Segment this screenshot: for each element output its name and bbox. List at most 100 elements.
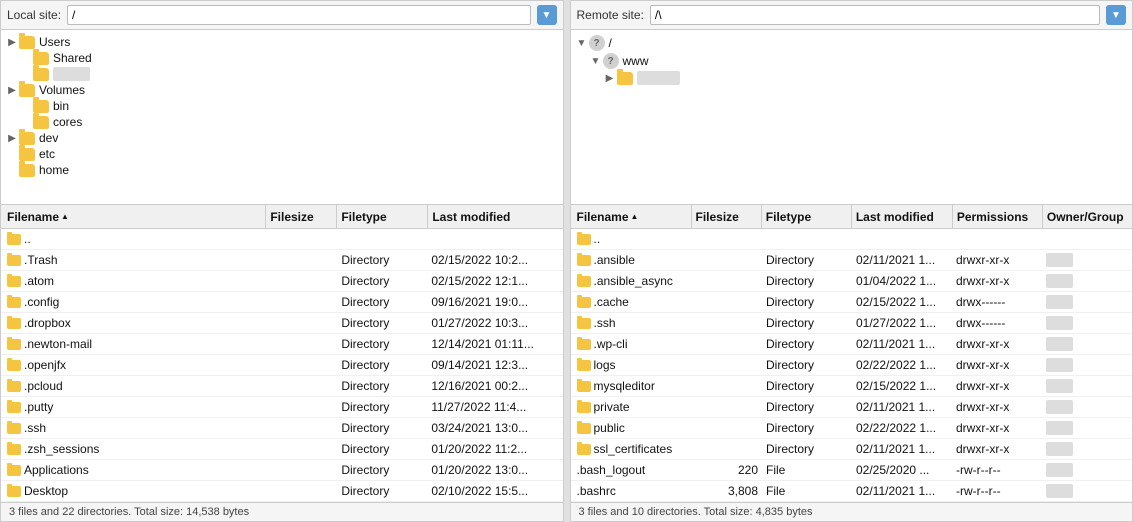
- toggle-dev[interactable]: ▶: [5, 133, 19, 144]
- tree-item-www[interactable]: ▼ ? www: [571, 52, 1133, 70]
- toggle-www[interactable]: ▼: [589, 56, 603, 67]
- remote-filename-sort-icon: ▲: [631, 212, 639, 221]
- remote-row-1[interactable]: .ansible_async Directory 01/04/2022 1...…: [571, 271, 1133, 292]
- remote-row-dotdot[interactable]: ..: [571, 229, 1133, 250]
- remote-row-5[interactable]: logs Directory 02/22/2022 1... drwxr-xr-…: [571, 355, 1133, 376]
- remote-cell-owner-3: [1042, 313, 1132, 333]
- remote-file-rows: .. .ansible Director: [571, 229, 1133, 502]
- remote-cell-perms-8: drwxr-xr-x: [952, 418, 1042, 438]
- remote-col-filetype-header[interactable]: Filetype: [762, 207, 851, 227]
- local-row-7[interactable]: .putty Directory 11/27/2022 11:4...: [1, 397, 563, 418]
- remote-col-owner-header[interactable]: Owner/Group: [1043, 207, 1132, 227]
- local-col-lastmod-header[interactable]: Last modified: [428, 207, 562, 227]
- tree-item-etc[interactable]: etc: [1, 146, 563, 162]
- local-cell-type-3: Directory: [337, 313, 427, 333]
- local-row-1[interactable]: .atom Directory 02/15/2022 12:1...: [1, 271, 563, 292]
- remote-status-text: 3 files and 10 directories. Total size: …: [579, 506, 813, 518]
- remote-filename-label: Filename: [577, 210, 629, 224]
- tree-item-dev[interactable]: ▶ dev: [1, 130, 563, 146]
- local-row-11[interactable]: Desktop Directory 02/10/2022 15:5...: [1, 481, 563, 502]
- remote-tree-panel: ▼ ? / ▼ ? www ▶: [571, 30, 1133, 205]
- remote-row-4[interactable]: .wp-cli Directory 02/11/2021 1... drwxr-…: [571, 334, 1133, 355]
- remote-cell-type-5: Directory: [762, 355, 852, 375]
- toggle-volumes[interactable]: ▶: [5, 85, 19, 96]
- local-filename-10: Applications: [24, 463, 89, 477]
- local-path-input[interactable]: [67, 5, 530, 25]
- local-row-dotdot[interactable]: ..: [1, 229, 563, 250]
- tree-item-root[interactable]: ▼ ? /: [571, 34, 1133, 52]
- tree-item-www-sub[interactable]: ▶: [571, 70, 1133, 86]
- panes-container: Local site: ▼ ▶ Users Shared: [0, 0, 1133, 522]
- remote-col-perms-header[interactable]: Permissions: [953, 207, 1042, 227]
- local-lastmod-label: Last modified: [432, 210, 510, 224]
- folder-icon-home: [19, 164, 35, 177]
- remote-cell-size-9: [692, 446, 762, 452]
- remote-folder-8: [577, 423, 591, 434]
- remote-dropdown-btn[interactable]: ▼: [1106, 5, 1126, 25]
- remote-row-10[interactable]: .bash_logout 220 File 02/25/2020 ... -rw…: [571, 460, 1133, 481]
- local-dropdown-btn[interactable]: ▼: [537, 5, 557, 25]
- remote-col-filename-header[interactable]: Filename ▲: [571, 207, 691, 227]
- local-row-6[interactable]: .pcloud Directory 12/16/2021 00:2...: [1, 376, 563, 397]
- remote-row-6[interactable]: mysqleditor Directory 02/15/2022 1... dr…: [571, 376, 1133, 397]
- tree-item-volumes[interactable]: ▶ Volumes: [1, 82, 563, 98]
- local-col-filetype-header[interactable]: Filetype: [337, 207, 427, 227]
- remote-cell-name-11: .bashrc: [571, 481, 693, 501]
- folder-icon-volumes: [19, 84, 35, 97]
- local-row-5[interactable]: .openjfx Directory 09/14/2021 12:3...: [1, 355, 563, 376]
- remote-cell-size-10: 220: [692, 460, 762, 480]
- tree-label-bin: bin: [53, 99, 69, 113]
- tree-label-etc: etc: [39, 147, 55, 161]
- local-cell-mod-3: 01/27/2022 10:3...: [427, 313, 562, 333]
- remote-folder-0: [577, 255, 591, 266]
- remote-cell-size-0: [692, 257, 762, 263]
- remote-cell-mod-10: 02/25/2020 ...: [852, 460, 952, 480]
- local-col-filename-header[interactable]: Filename ▲: [1, 207, 265, 227]
- tree-item-users[interactable]: ▶ Users: [1, 34, 563, 50]
- local-site-bar: Local site: ▼: [1, 1, 563, 30]
- remote-row-9[interactable]: ssl_certificates Directory 02/11/2021 1.…: [571, 439, 1133, 460]
- remote-path-input[interactable]: [650, 5, 1100, 25]
- local-row-4[interactable]: .newton-mail Directory 12/14/2021 01:11.…: [1, 334, 563, 355]
- remote-cell-perms-6: drwxr-xr-x: [952, 376, 1042, 396]
- local-row-10[interactable]: Applications Directory 01/20/2022 13:0..…: [1, 460, 563, 481]
- remote-col-filesize-header[interactable]: Filesize: [691, 207, 760, 227]
- local-row-2[interactable]: .config Directory 09/16/2021 19:0...: [1, 292, 563, 313]
- remote-row-7[interactable]: private Directory 02/11/2021 1... drwxr-…: [571, 397, 1133, 418]
- main-container: Local site: ▼ ▶ Users Shared: [0, 0, 1133, 522]
- remote-row-0[interactable]: .ansible Directory 02/11/2021 1... drwxr…: [571, 250, 1133, 271]
- remote-filename-9: ssl_certificates: [594, 442, 673, 456]
- remote-cell-name-10: .bash_logout: [571, 460, 693, 480]
- local-cell-name-4: .newton-mail: [1, 334, 267, 354]
- tree-label-shared: Shared: [53, 51, 92, 65]
- local-row-8[interactable]: .ssh Directory 03/24/2021 13:0...: [1, 418, 563, 439]
- remote-file-list: Filename ▲ Filesize Filetype Last modifi…: [571, 205, 1133, 502]
- tree-item-cores[interactable]: cores: [1, 114, 563, 130]
- remote-row-3[interactable]: .ssh Directory 01/27/2022 1... drwx-----…: [571, 313, 1133, 334]
- remote-row-11[interactable]: .bashrc 3,808 File 02/11/2021 1... -rw-r…: [571, 481, 1133, 502]
- remote-cell-owner-5: [1042, 355, 1132, 375]
- toggle-users[interactable]: ▶: [5, 37, 19, 48]
- remote-cell-size-7: [692, 404, 762, 410]
- tree-label-www-sub: [637, 71, 680, 85]
- local-folder-icon-10: [7, 465, 21, 476]
- toggle-www-sub[interactable]: ▶: [603, 73, 617, 84]
- local-cell-size-2: [267, 299, 337, 305]
- remote-cell-owner-0: [1042, 250, 1132, 270]
- tree-item-shared[interactable]: Shared: [1, 50, 563, 66]
- local-row-3[interactable]: .dropbox Directory 01/27/2022 10:3...: [1, 313, 563, 334]
- remote-cell-mod-5: 02/22/2022 1...: [852, 355, 952, 375]
- remote-col-lastmod-header[interactable]: Last modified: [852, 207, 952, 227]
- local-col-filesize-header[interactable]: Filesize: [266, 207, 336, 227]
- local-cell-size-8: [267, 425, 337, 431]
- toggle-root[interactable]: ▼: [575, 38, 589, 49]
- remote-row-2[interactable]: .cache Directory 02/15/2022 1... drwx---…: [571, 292, 1133, 313]
- remote-row-8[interactable]: public Directory 02/22/2022 1... drwxr-x…: [571, 418, 1133, 439]
- tree-item-user2[interactable]: [1, 66, 563, 82]
- local-cell-type-10: Directory: [337, 460, 427, 480]
- local-row-9[interactable]: .zsh_sessions Directory 01/20/2022 11:2.…: [1, 439, 563, 460]
- local-cell-mod-6: 12/16/2021 00:2...: [427, 376, 562, 396]
- tree-item-bin[interactable]: bin: [1, 98, 563, 114]
- local-row-0[interactable]: .Trash Directory 02/15/2022 10:2...: [1, 250, 563, 271]
- tree-item-home[interactable]: home: [1, 162, 563, 178]
